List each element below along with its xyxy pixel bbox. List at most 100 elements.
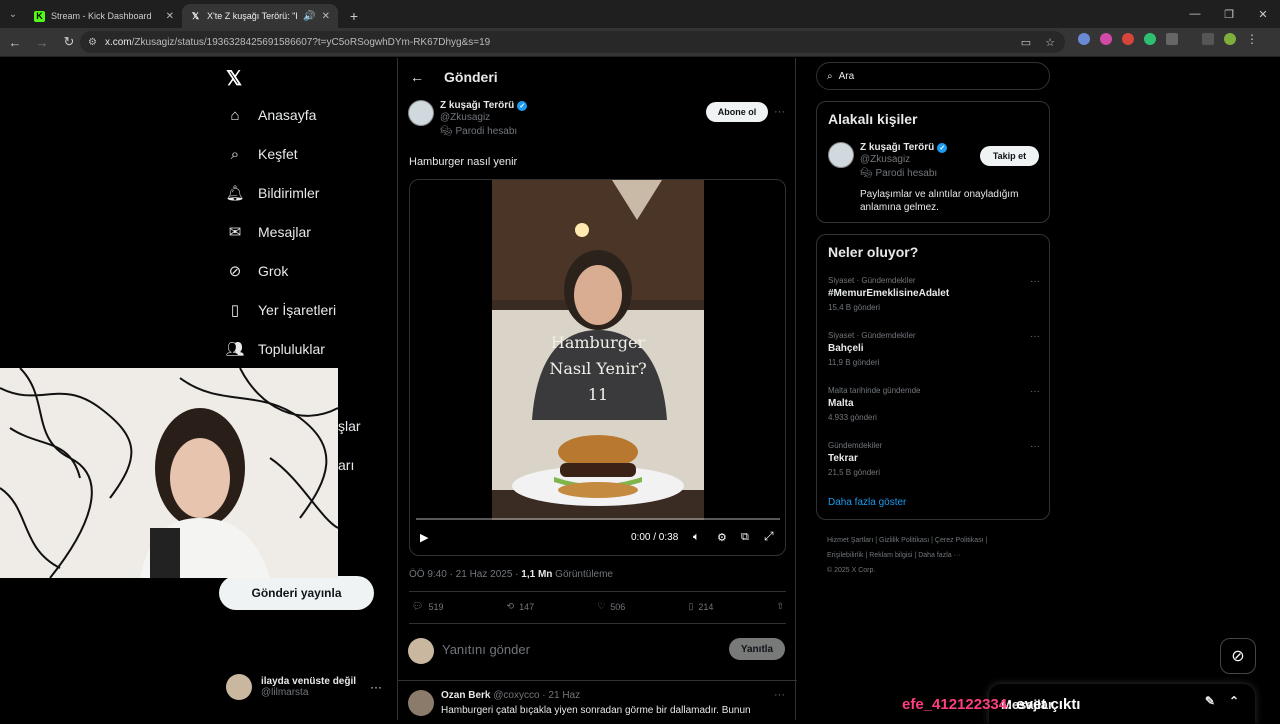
post-button[interactable]: Gönderi yayınla	[219, 576, 374, 610]
reply-author-name[interactable]: Ozan Berk	[441, 690, 490, 701]
forward-icon[interactable]: →	[30, 35, 54, 50]
speaker-icon[interactable]: 🔊	[303, 11, 315, 22]
tab-search-icon[interactable]: ⌄	[0, 0, 26, 28]
sidebar-item-explore[interactable]: ⌕ Keşfet	[226, 145, 298, 163]
footer-link[interactable]: Daha fazla ···	[918, 552, 960, 559]
chevron-up-icon[interactable]: ⌃	[1229, 694, 1239, 708]
trend-item[interactable]: Gündemdekiler Tekrar 21,5 B gönderi ···	[828, 441, 1040, 477]
search-input[interactable]: ⌕ Ara	[816, 62, 1050, 90]
repost-count: 147	[519, 601, 535, 612]
more-icon[interactable]: ···	[774, 689, 785, 701]
reply-header: Ozan Berk @coxycco · 21 Haz	[441, 690, 581, 701]
trend-item[interactable]: Malta tarihinde gündemde Malta 4.933 gön…	[828, 386, 1040, 422]
reply-date[interactable]: 21 Haz	[548, 690, 580, 701]
back-arrow-icon[interactable]: ←	[410, 69, 424, 85]
like-count: 506	[610, 601, 626, 612]
video-controls: ▶ 0:00 / 0:38 🔈︎ ⚙ ⧉ ⤢	[410, 515, 785, 555]
footer-link[interactable]: Çerez Politikası	[935, 537, 984, 544]
video-progress-bar[interactable]	[416, 518, 780, 520]
more-icon[interactable]: ···	[370, 680, 382, 694]
compose-message-icon[interactable]: ✎	[1205, 694, 1215, 708]
share-icon[interactable]: ⇧	[776, 601, 784, 612]
avatar[interactable]	[408, 100, 434, 126]
sidebar-item-bookmarks[interactable]: ▯ Yer İşaretleri	[226, 301, 336, 319]
video-player[interactable]: Hamburger Nasıl Yenir? 11 ▶ 0:00 / 0:38 …	[409, 179, 786, 556]
trend-item[interactable]: Siyaset · Gündemdekiler Bahçeli 11,9 B g…	[828, 331, 1040, 367]
author-name[interactable]: Z kuşağı Terörü	[440, 100, 514, 111]
sidebar-item-communities[interactable]: 👥︎ Topluluklar	[225, 340, 324, 358]
sidebar-item-notifications[interactable]: 🔔︎ Bildirimler	[225, 184, 319, 202]
trend-category: Gündemdekiler	[828, 441, 883, 450]
minimize-icon[interactable]: —	[1178, 0, 1212, 28]
back-icon[interactable]: ←	[3, 35, 27, 50]
fullscreen-icon[interactable]: ⤢	[764, 529, 774, 544]
extension-icon[interactable]	[1122, 33, 1134, 45]
play-icon[interactable]: ▶	[420, 531, 428, 544]
sidebar-item-partial[interactable]: şlar	[338, 418, 361, 434]
profile-avatar[interactable]	[1224, 33, 1236, 45]
new-tab-button[interactable]: +	[344, 6, 364, 26]
footer-link[interactable]: Hizmet Şartları	[827, 537, 873, 544]
tab-kick[interactable]: K Stream - Kick Dashboard ✕	[26, 4, 182, 28]
pip-icon[interactable]: ⧉	[741, 531, 749, 544]
star-icon[interactable]: ☆	[1045, 36, 1055, 49]
grok-button[interactable]: ⊘	[1220, 638, 1256, 674]
more-icon[interactable]: ···	[774, 106, 785, 118]
extension-icon[interactable]	[1144, 33, 1156, 45]
puzzle-icon[interactable]	[1166, 33, 1178, 45]
person-handle[interactable]: @Zkusagiz	[860, 154, 947, 165]
x-logo-icon[interactable]: 𝕏	[226, 66, 242, 91]
window-controls: — ❐ ✕	[1178, 0, 1280, 28]
post-detail-column: ← Gönderi Z kuşağı Terörü ✓ @Zkusagiz 🎭︎ …	[397, 58, 797, 720]
reply-author-handle[interactable]: @coxycco	[493, 690, 539, 701]
related-person[interactable]: Z kuşağı Terörü ✓ @Zkusagiz 🎭︎ Parodi hes…	[828, 142, 948, 179]
more-icon[interactable]: ···	[1030, 386, 1040, 397]
footer-link[interactable]: Gizlilik Politikası	[879, 537, 929, 544]
url-host: x.com	[104, 36, 132, 48]
settings-icon[interactable]: ⚙	[717, 531, 727, 544]
post-author[interactable]: Z kuşağı Terörü ✓ @Zkusagiz 🎭︎ Parodi hes…	[408, 100, 528, 137]
like-action[interactable]: ♡ 506	[597, 601, 625, 612]
avatar[interactable]	[408, 690, 434, 716]
extension-icon[interactable]	[1100, 33, 1112, 45]
address-bar[interactable]: ⚙ x.com/Zkusagiz/status/1936328425691586…	[80, 31, 1065, 53]
person-name[interactable]: Z kuşağı Terörü	[860, 142, 934, 153]
cast-icon[interactable]: ▭	[1021, 36, 1031, 49]
sidebar-item-partial[interactable]: arı	[338, 457, 354, 473]
subscribe-button[interactable]: Abone ol	[706, 102, 768, 122]
sidebar-item-grok[interactable]: ⊘ Grok	[226, 262, 289, 280]
restore-icon[interactable]: ❐	[1212, 0, 1246, 28]
more-icon[interactable]: ···	[1030, 331, 1040, 342]
close-icon[interactable]: ✕	[322, 11, 330, 22]
footer-link[interactable]: Erişilebilirlik	[827, 552, 864, 559]
trend-item[interactable]: Siyaset · Gündemdekiler #MemurEmeklisine…	[828, 276, 1040, 312]
account-switcher[interactable]: ilayda venüste değil @lilmarsta ···	[226, 674, 386, 700]
follow-button[interactable]: Takip et	[980, 146, 1039, 166]
author-handle[interactable]: @Zkusagiz	[440, 112, 527, 123]
video-frame[interactable]: Hamburger Nasıl Yenir? 11	[492, 180, 704, 520]
site-info-icon[interactable]: ⚙	[88, 37, 97, 48]
close-icon[interactable]: ✕	[166, 11, 174, 22]
extension-icon[interactable]	[1078, 33, 1090, 45]
avatar[interactable]	[828, 142, 854, 168]
reload-icon[interactable]: ↻	[57, 34, 81, 50]
sidebar-item-messages[interactable]: ✉ Mesajlar	[226, 223, 311, 241]
reply-button[interactable]: Yanıtla	[729, 638, 785, 660]
menu-icon[interactable]: ⋮	[1246, 33, 1258, 45]
reply-input[interactable]: Yanıtını gönder	[442, 642, 530, 657]
tab-x-post[interactable]: 𝕏 X'te Z kuşağı Terörü: "Ham… 🔊 ✕	[182, 4, 338, 28]
webcam-overlay	[0, 368, 338, 578]
volume-icon[interactable]: 🔈︎	[693, 531, 700, 544]
post-timestamp[interactable]: ÖÖ 9:40 · 21 Haz 2025 ·	[409, 569, 521, 580]
close-window-icon[interactable]: ✕	[1246, 0, 1280, 28]
reading-list-icon[interactable]	[1202, 33, 1214, 45]
footer-link[interactable]: Reklam bilgisi	[869, 552, 912, 559]
more-icon[interactable]: ···	[1030, 276, 1040, 287]
repost-action[interactable]: ⟲ 147	[507, 601, 535, 612]
show-more-link[interactable]: Daha fazla göster	[828, 497, 906, 508]
sidebar-item-home[interactable]: ⌂ Anasayfa	[226, 106, 316, 124]
search-icon: ⌕	[827, 70, 833, 82]
reply-action[interactable]: 💬︎ 519	[412, 601, 443, 612]
more-icon[interactable]: ···	[1030, 441, 1040, 452]
bookmark-action[interactable]: ▯ 214	[688, 601, 713, 612]
